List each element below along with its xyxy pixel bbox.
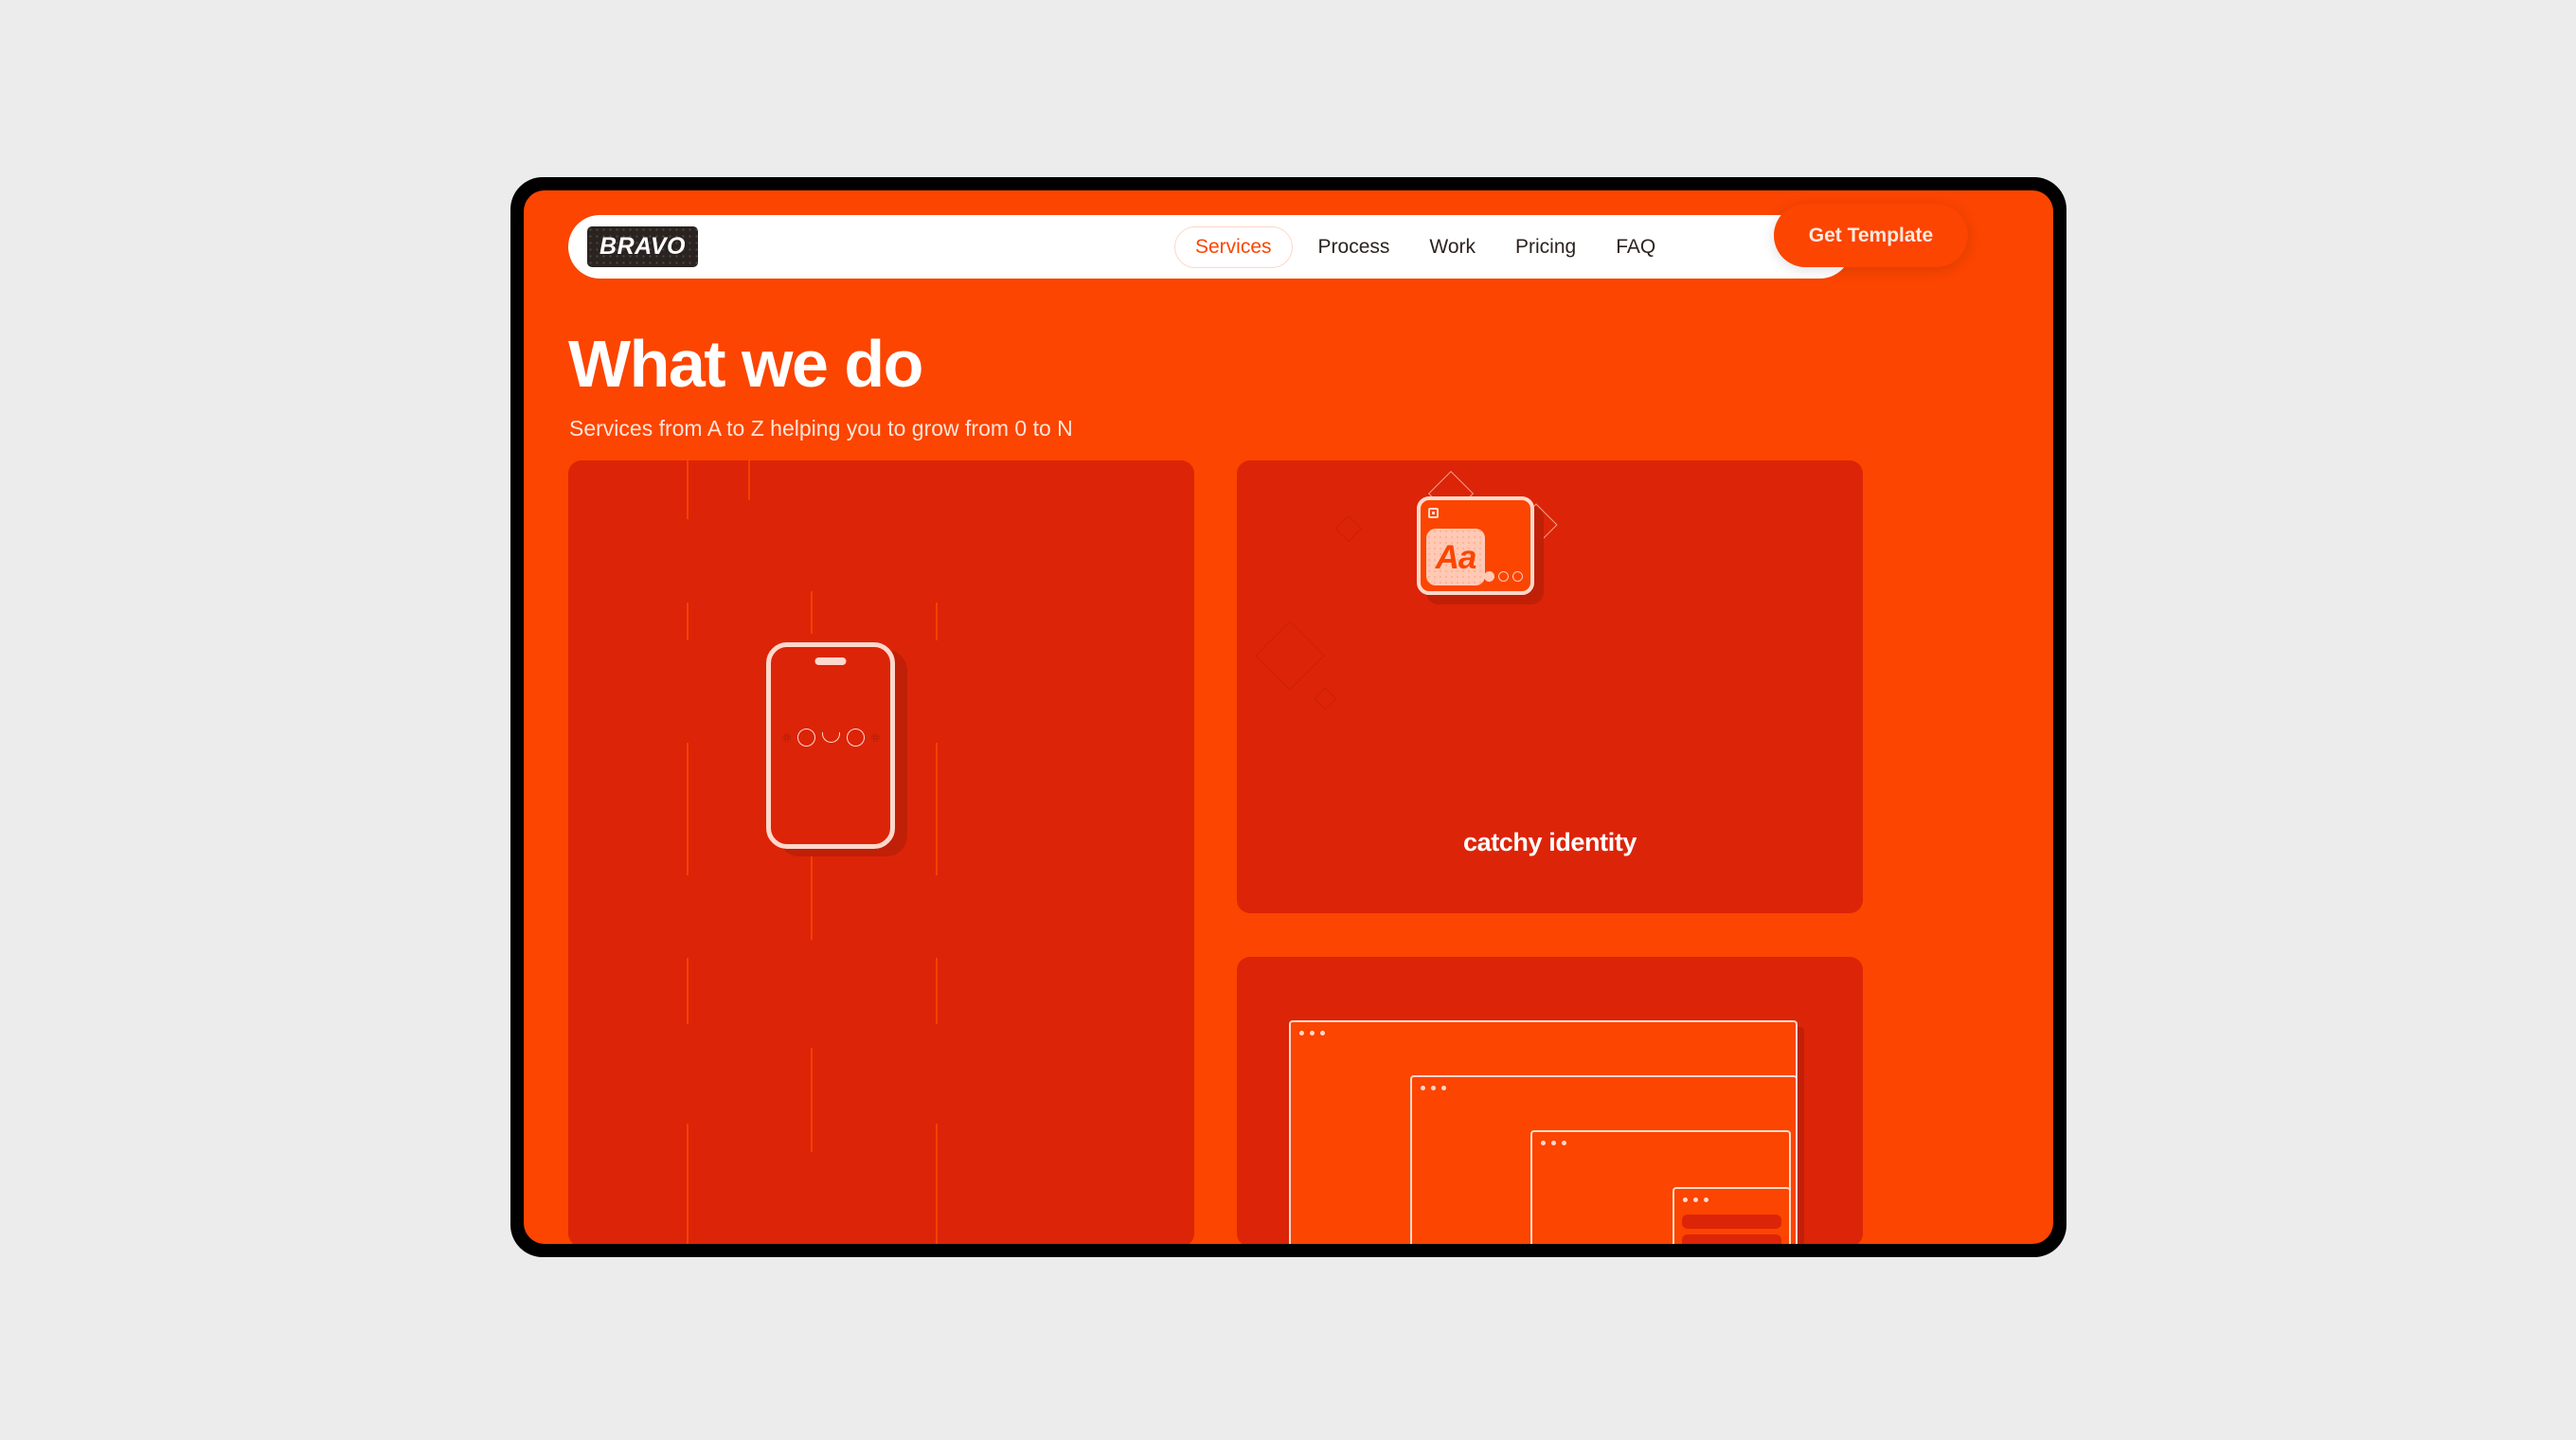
eye-right-icon: [846, 729, 865, 747]
phone-smiley-face: [771, 729, 890, 747]
content-bar: [1682, 1234, 1781, 1244]
service-card-identity[interactable]: Aa catchy identity: [1237, 460, 1863, 913]
accent-line: [687, 958, 689, 1024]
nav-link-pricing[interactable]: Pricing: [1495, 236, 1596, 259]
window-logo-icon: [1428, 508, 1439, 518]
page-viewport: BRAVO Services Process Work Pricing FAQ …: [524, 190, 2053, 1244]
app-window-group: Aa: [1417, 496, 1606, 629]
accent-line: [687, 743, 689, 875]
nav-links: Services Process Work Pricing FAQ: [1174, 215, 1675, 279]
window-dots-icon: [1299, 1031, 1325, 1035]
content-bar: [1682, 1215, 1781, 1229]
typography-sample-panel: Aa: [1426, 529, 1485, 585]
accent-line: [811, 845, 813, 940]
get-template-button[interactable]: Get Template: [1774, 204, 1968, 267]
page-subtitle: Services from A to Z helping you to grow…: [569, 416, 1073, 441]
phone-speaker-notch: [814, 657, 847, 665]
window-dots-icon: [1421, 1086, 1446, 1090]
accent-line: [936, 1124, 938, 1244]
diamond-icon: [1314, 687, 1337, 711]
accent-line: [687, 603, 689, 640]
diamond-icon: [1255, 621, 1325, 691]
accent-line: [687, 460, 689, 519]
card-label-identity: catchy identity: [1462, 828, 1637, 856]
service-card-phone[interactable]: [568, 460, 1194, 1244]
accent-line: [687, 1124, 689, 1244]
nav-link-faq[interactable]: FAQ: [1596, 236, 1675, 259]
logo-text: BRAVO: [599, 233, 686, 260]
accent-line: [936, 958, 938, 1024]
phone-illustration: [766, 642, 895, 849]
window-dots-icon: [1683, 1197, 1708, 1202]
page-title: What we do: [568, 327, 923, 401]
swatch-dot-filled: [1484, 571, 1494, 582]
navbar: BRAVO Services Process Work Pricing FAQ …: [524, 190, 2053, 295]
typography-app-window: Aa: [1417, 496, 1534, 595]
nav-link-process[interactable]: Process: [1298, 236, 1410, 259]
browser-window-4: [1673, 1187, 1791, 1244]
typography-sample-text: Aa: [1435, 538, 1477, 576]
color-swatch-dots: [1484, 571, 1523, 582]
blush-left-icon: [781, 733, 791, 742]
accent-line: [936, 743, 938, 875]
nav-link-work[interactable]: Work: [1409, 236, 1495, 259]
navbar-bar: BRAVO Services Process Work Pricing FAQ: [568, 215, 1852, 279]
nav-link-services[interactable]: Services: [1174, 225, 1293, 268]
eye-left-icon: [796, 729, 815, 747]
accent-line: [811, 591, 813, 634]
blush-right-icon: [870, 733, 880, 742]
accent-line: [936, 603, 938, 640]
window-dots-icon: [1541, 1141, 1566, 1145]
diamond-icon: [1334, 514, 1363, 543]
service-card-windows[interactable]: [1237, 957, 1863, 1244]
accent-line: [748, 460, 750, 500]
browser-device-frame: BRAVO Services Process Work Pricing FAQ …: [510, 177, 2066, 1257]
accent-line: [811, 1048, 813, 1152]
swatch-dot-hollow: [1512, 571, 1523, 582]
bravo-logo[interactable]: BRAVO: [587, 226, 698, 267]
swatch-dot-hollow: [1498, 571, 1509, 582]
smile-icon: [821, 732, 840, 743]
